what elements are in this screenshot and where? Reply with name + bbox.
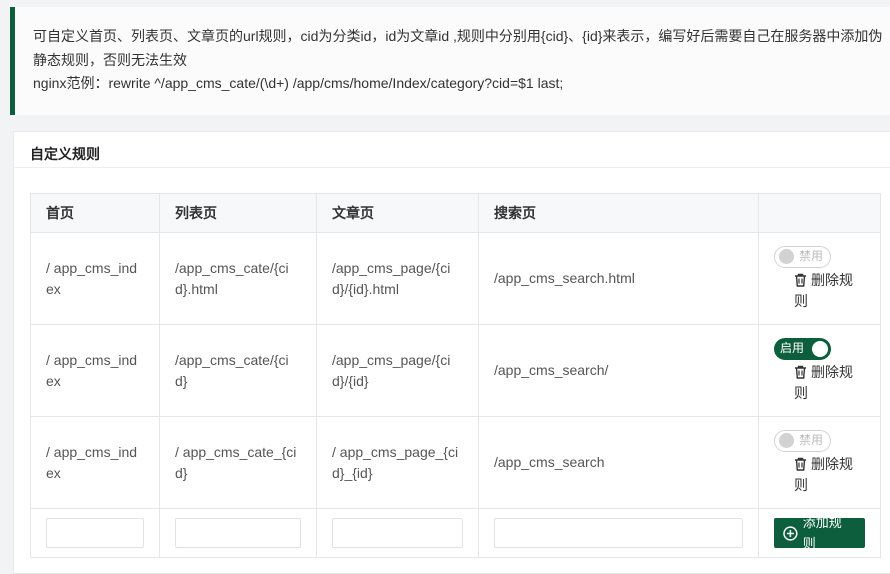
cell-new-actions: 添加规则 — [758, 508, 881, 558]
trash-icon — [795, 365, 806, 379]
notice-nginx-example: nginx范例：rewrite ^/app_cms_cate/(\d+) /ap… — [33, 75, 564, 91]
cell-actions: 禁用 删除规则 — [758, 416, 881, 509]
new-list-input[interactable] — [175, 518, 301, 548]
toggle-label: 禁用 — [799, 249, 824, 264]
cell-article: /app_cms_page/{cid}/{id}.html — [316, 232, 479, 325]
delete-rule-button[interactable]: 删除规则 — [794, 362, 865, 404]
status-toggle[interactable]: 禁用 — [774, 245, 831, 268]
cell-list: /app_cms_cate/{cid}.html — [159, 232, 317, 325]
rules-table: 首页 列表页 文章页 搜索页 / app_cms_index /app_cms_… — [30, 193, 881, 558]
header-list: 列表页 — [159, 193, 317, 233]
trash-icon — [795, 273, 806, 287]
notice-description: 可自定义首页、列表页、文章页的url规则，cid为分类id，id为文章id ,规… — [33, 28, 883, 68]
toggle-knob — [812, 340, 828, 357]
status-toggle[interactable]: 启用 — [774, 337, 831, 360]
new-article-input[interactable] — [332, 518, 463, 548]
header-index: 首页 — [30, 193, 160, 233]
cell-index: / app_cms_index — [30, 416, 160, 509]
cell-search: /app_cms_search.html — [478, 232, 759, 325]
table-row: / app_cms_index / app_cms_cate_{cid} / a… — [30, 416, 881, 509]
cell-actions: 启用 删除规则 — [758, 324, 881, 417]
new-search-input[interactable] — [494, 518, 743, 548]
cell-new-search — [478, 508, 759, 558]
new-index-input[interactable] — [46, 518, 144, 548]
table-row: / app_cms_index /app_cms_cate/{cid} /app… — [30, 324, 881, 417]
new-rule-row: 添加规则 — [30, 508, 881, 558]
table-row: / app_cms_index /app_cms_cate/{cid}.html… — [30, 232, 881, 325]
cell-article: / app_cms_page_{cid}_{id} — [316, 416, 479, 509]
header-article: 文章页 — [316, 193, 479, 233]
status-toggle[interactable]: 禁用 — [774, 429, 831, 452]
delete-rule-button[interactable]: 删除规则 — [794, 454, 865, 496]
cell-index: / app_cms_index — [30, 232, 160, 325]
cell-new-article — [316, 508, 479, 558]
url-rule-notice: 可自定义首页、列表页、文章页的url规则，cid为分类id，id为文章id ,规… — [10, 7, 890, 115]
custom-rules-card: 自定义规则 首页 列表页 文章页 搜索页 / app_cms_index /ap… — [13, 131, 890, 574]
toggle-label: 启用 — [780, 341, 805, 356]
add-rule-label: 添加规则 — [802, 515, 842, 551]
cell-search: /app_cms_search — [478, 416, 759, 509]
add-rule-button[interactable]: 添加规则 — [774, 515, 865, 551]
toggle-label: 禁用 — [799, 433, 824, 448]
header-actions — [758, 193, 881, 233]
cell-index: / app_cms_index — [30, 324, 160, 417]
cell-actions: 禁用 删除规则 — [758, 232, 881, 325]
toggle-knob — [779, 249, 794, 265]
toggle-knob — [779, 433, 794, 449]
cell-list: /app_cms_cate/{cid} — [159, 324, 317, 417]
table-header-row: 首页 列表页 文章页 搜索页 — [30, 193, 881, 233]
header-search: 搜索页 — [478, 193, 759, 233]
trash-icon — [795, 457, 806, 471]
card-title: 自定义规则 — [14, 132, 890, 168]
cell-new-index — [30, 508, 160, 558]
cell-article: /app_cms_page/{cid}/{id} — [316, 324, 479, 417]
cell-new-list — [159, 508, 317, 558]
cell-search: /app_cms_search/ — [478, 324, 759, 417]
delete-rule-button[interactable]: 删除规则 — [794, 270, 865, 312]
plus-circle-icon — [783, 525, 798, 541]
cell-list: / app_cms_cate_{cid} — [159, 416, 317, 509]
